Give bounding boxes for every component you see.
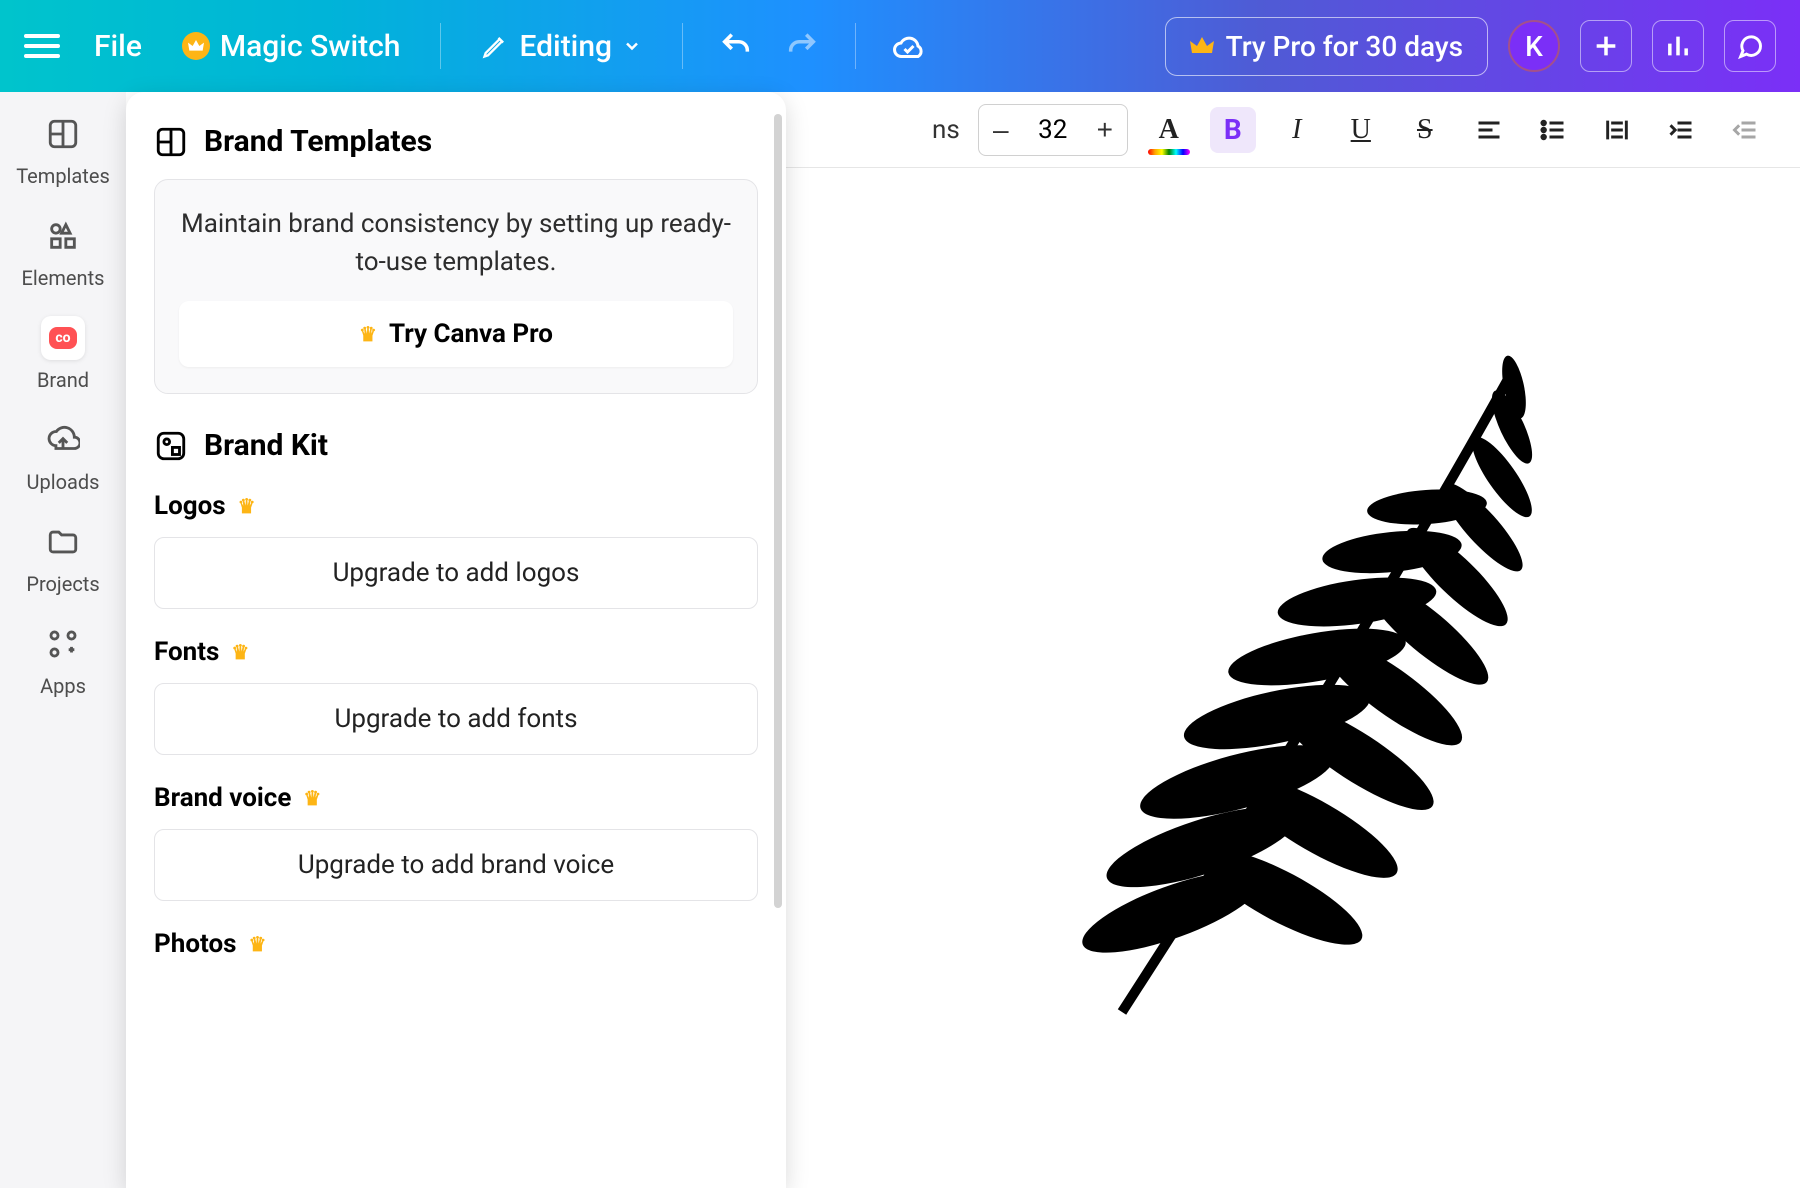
- brand-kit-title: Brand Kit: [204, 428, 328, 463]
- brand-consistency-card: Maintain brand consistency by setting up…: [154, 179, 758, 394]
- editing-mode-dropdown[interactable]: Editing: [471, 23, 652, 70]
- font-size-decrease[interactable]: –: [979, 105, 1023, 155]
- undo-button[interactable]: [713, 23, 759, 69]
- brand-voice-section-label: Brand voice ♛: [154, 783, 758, 813]
- brand-icon: co: [41, 316, 85, 360]
- apps-icon: [41, 622, 85, 666]
- comment-button[interactable]: [1724, 20, 1776, 72]
- uploads-icon: [41, 418, 85, 462]
- fonts-section-label: Fonts ♛: [154, 637, 758, 667]
- brand-kit-heading: Brand Kit: [154, 428, 758, 463]
- brand-label: Brand: [37, 368, 89, 392]
- sidebar-item-brand[interactable]: co Brand: [0, 316, 126, 392]
- crown-icon: ♛: [359, 322, 377, 346]
- strikethrough-button[interactable]: S: [1402, 107, 1448, 153]
- editing-label: Editing: [519, 29, 612, 64]
- upgrade-fonts-button[interactable]: Upgrade to add fonts: [154, 683, 758, 755]
- templates-icon: [41, 112, 85, 156]
- spacing-button[interactable]: [1594, 107, 1640, 153]
- bold-button[interactable]: B: [1210, 107, 1256, 153]
- logos-section-label: Logos ♛: [154, 491, 758, 521]
- pencil-icon: [481, 32, 509, 60]
- indent-decrease-button[interactable]: [1722, 107, 1768, 153]
- magic-switch-button[interactable]: Magic Switch: [172, 23, 411, 70]
- logos-label: Logos: [154, 491, 226, 521]
- brand-consistency-text: Maintain brand consistency by setting up…: [179, 206, 733, 281]
- divider: [440, 23, 441, 69]
- templates-label: Templates: [16, 164, 110, 188]
- crown-icon: ♛: [238, 494, 256, 518]
- brand-templates-heading: Brand Templates: [154, 124, 758, 159]
- font-size-stepper[interactable]: – 32 +: [978, 104, 1128, 156]
- font-family-dropdown-partial[interactable]: ns: [932, 115, 960, 145]
- crown-icon: [1190, 36, 1214, 56]
- elements-label: Elements: [22, 266, 105, 290]
- try-canva-pro-button[interactable]: ♛ Try Canva Pro: [179, 301, 733, 367]
- indent-increase-button[interactable]: [1658, 107, 1704, 153]
- photos-label: Photos: [154, 929, 236, 959]
- chevron-down-icon: [622, 36, 642, 56]
- brand-kit-icon: [154, 429, 188, 463]
- upgrade-brand-voice-button[interactable]: Upgrade to add brand voice: [154, 829, 758, 901]
- crown-icon: ♛: [231, 640, 249, 664]
- upgrade-logos-button[interactable]: Upgrade to add logos: [154, 537, 758, 609]
- apps-label: Apps: [40, 674, 86, 698]
- font-size-increase[interactable]: +: [1083, 105, 1127, 155]
- user-avatar[interactable]: K: [1508, 20, 1560, 72]
- underline-button[interactable]: U: [1338, 107, 1384, 153]
- try-pro-button[interactable]: Try Pro for 30 days: [1165, 17, 1488, 76]
- file-menu[interactable]: File: [84, 23, 152, 70]
- analytics-button[interactable]: [1652, 20, 1704, 72]
- uploads-label: Uploads: [27, 470, 100, 494]
- divider: [682, 23, 683, 69]
- sidebar-item-apps[interactable]: Apps: [0, 622, 126, 698]
- magic-switch-label: Magic Switch: [220, 29, 401, 64]
- try-pro-label: Try Pro for 30 days: [1226, 30, 1463, 63]
- crown-icon: [182, 32, 210, 60]
- templates-icon: [154, 125, 188, 159]
- left-sidebar: Templates Elements co Brand Uploads Proj…: [0, 92, 126, 1188]
- panel-scrollbar[interactable]: [774, 114, 782, 908]
- crown-icon: ♛: [303, 786, 321, 810]
- projects-label: Projects: [26, 572, 99, 596]
- brand-templates-title: Brand Templates: [204, 124, 432, 159]
- sidebar-item-templates[interactable]: Templates: [0, 112, 126, 188]
- list-button[interactable]: [1530, 107, 1576, 153]
- divider: [855, 23, 856, 69]
- text-color-button[interactable]: A: [1146, 107, 1192, 153]
- projects-icon: [41, 520, 85, 564]
- add-button[interactable]: [1580, 20, 1632, 72]
- try-canva-pro-label: Try Canva Pro: [389, 319, 553, 349]
- brand-panel: Brand Templates Maintain brand consisten…: [126, 92, 786, 1188]
- redo-button[interactable]: [779, 23, 825, 69]
- top-toolbar: File Magic Switch Editing Try Pro for 30…: [0, 0, 1800, 92]
- italic-button[interactable]: I: [1274, 107, 1320, 153]
- cloud-sync-icon[interactable]: [886, 23, 932, 69]
- sidebar-item-projects[interactable]: Projects: [0, 520, 126, 596]
- photos-section-label: Photos ♛: [154, 929, 758, 959]
- leaf-graphic[interactable]: [1062, 312, 1562, 1032]
- align-button[interactable]: [1466, 107, 1512, 153]
- brand-voice-label: Brand voice: [154, 783, 291, 813]
- crown-icon: ♛: [248, 932, 266, 956]
- fonts-label: Fonts: [154, 637, 219, 667]
- font-size-value: 32: [1023, 115, 1083, 145]
- sidebar-item-elements[interactable]: Elements: [0, 214, 126, 290]
- sidebar-item-uploads[interactable]: Uploads: [0, 418, 126, 494]
- design-canvas[interactable]: [932, 192, 1780, 1168]
- menu-icon[interactable]: [24, 26, 64, 66]
- elements-icon: [41, 214, 85, 258]
